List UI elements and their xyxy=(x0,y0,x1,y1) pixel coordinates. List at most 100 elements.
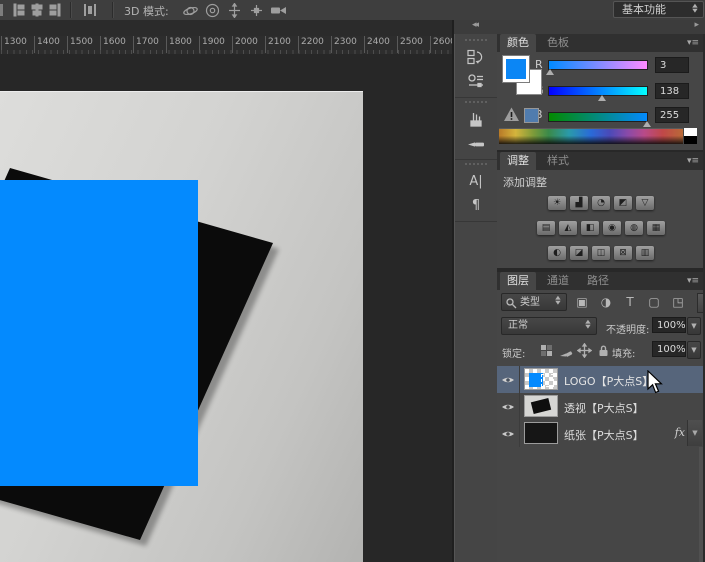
color-spectrum-ramp[interactable] xyxy=(499,128,683,144)
curves-icon[interactable]: ◔ xyxy=(592,196,610,210)
layer-thumbnail-perspective[interactable] xyxy=(524,395,558,417)
blue-slider-handle[interactable] xyxy=(643,121,651,127)
distribute-right-icon[interactable] xyxy=(48,3,62,17)
panel-menu-icon[interactable]: ▾≡ xyxy=(687,276,699,286)
panel-menu-icon[interactable]: ▾≡ xyxy=(687,38,699,48)
adjustments-row-2: ▤ ◭ ◧ ◉ ◍ ▦ xyxy=(497,221,705,237)
collapse-icon-strip-button[interactable]: ◂◂ xyxy=(472,20,477,30)
vibrance-icon[interactable]: ▽ xyxy=(636,196,654,210)
3d-camera-icon[interactable] xyxy=(270,3,288,18)
tab-layers[interactable]: 图层 xyxy=(500,272,536,290)
spectrum-white-swatch[interactable] xyxy=(684,128,697,136)
document-canvas[interactable] xyxy=(0,54,452,562)
panel-menu-icon[interactable]: ▾≡ xyxy=(687,156,699,166)
3d-slide-icon[interactable] xyxy=(248,3,265,18)
layer-filter-type-combo[interactable]: 类型 ▲▼ xyxy=(501,293,567,311)
spectrum-black-swatch[interactable] xyxy=(684,136,697,144)
tab-adjustments[interactable]: 调整 xyxy=(500,152,536,170)
opacity-label: 不透明度: xyxy=(606,321,649,336)
lock-image-pixels-icon[interactable] xyxy=(558,343,573,358)
layers-empty-area xyxy=(497,447,703,562)
exposure-icon[interactable]: ◩ xyxy=(614,196,632,210)
green-slider-handle[interactable] xyxy=(598,95,606,101)
blue-slider-track[interactable] xyxy=(548,112,648,122)
layer-name[interactable]: 透视【P大点S】 xyxy=(564,400,644,416)
photo-filter-icon[interactable]: ◉ xyxy=(603,221,621,235)
red-slider-handle[interactable] xyxy=(546,69,554,75)
color-lookup-icon[interactable]: ▦ xyxy=(647,221,665,235)
history-panel-icon[interactable] xyxy=(463,45,489,69)
mouse-cursor xyxy=(646,370,666,396)
workspace-switcher[interactable]: 基本功能 ▲▼ xyxy=(613,1,704,18)
distribute-center-icon[interactable] xyxy=(30,3,44,17)
collapse-dock-button[interactable]: ▸ xyxy=(694,20,699,30)
blend-mode-combo[interactable]: 正常 ▲▼ xyxy=(501,317,597,335)
filter-pixel-layers-icon[interactable]: ▣ xyxy=(574,294,590,310)
visibility-toggle[interactable] xyxy=(497,366,520,393)
properties-panel-icon[interactable] xyxy=(463,69,489,93)
visibility-toggle[interactable] xyxy=(497,393,520,420)
foreground-color-swatch[interactable] xyxy=(502,55,530,83)
options-bar: 3D 模式: 基本功能 ▲▼ xyxy=(0,0,705,21)
red-value-field[interactable]: 3 xyxy=(655,57,689,73)
threshold-icon[interactable]: ◫ xyxy=(592,246,610,260)
lock-transparent-pixels-icon[interactable] xyxy=(539,343,554,358)
posterize-icon[interactable]: ◪ xyxy=(570,246,588,260)
character-panel-icon[interactable]: A| xyxy=(463,169,489,193)
tab-styles[interactable]: 样式 xyxy=(540,152,576,170)
layer-thumbnail-logo[interactable] xyxy=(524,368,558,390)
layer-row-logo[interactable]: LOGO【P大点S】 xyxy=(497,366,703,394)
layer-name[interactable]: LOGO【P大点S】 xyxy=(564,373,653,389)
updown-arrows-icon: ▲▼ xyxy=(691,4,698,14)
selective-color-icon[interactable]: ▥ xyxy=(636,246,654,260)
gradient-map-icon[interactable]: ⊠ xyxy=(614,246,632,260)
levels-icon[interactable]: ▟ xyxy=(570,196,588,210)
layer-row-perspective[interactable]: 透视【P大点S】 xyxy=(497,393,703,421)
red-slider-track[interactable] xyxy=(548,60,648,70)
fill-dropdown-button[interactable]: ▼ xyxy=(687,341,701,359)
tab-color[interactable]: 颜色 xyxy=(500,34,536,52)
opacity-value-field[interactable]: 100% xyxy=(652,317,686,333)
filter-shape-layers-icon[interactable]: ▢ xyxy=(646,294,662,310)
brush-panel-icon[interactable] xyxy=(463,131,489,155)
brightness-contrast-icon[interactable]: ☀ xyxy=(548,196,566,210)
channel-mixer-icon[interactable]: ◍ xyxy=(625,221,643,235)
fill-value-field[interactable]: 100% xyxy=(652,341,686,357)
invert-icon[interactable]: ◐ xyxy=(548,246,566,260)
web-safe-color-swatch[interactable] xyxy=(524,108,539,123)
layer-effects-badge[interactable]: fx xyxy=(675,426,685,439)
layer-thumbnail-paper[interactable] xyxy=(524,422,558,444)
brush-presets-panel-icon[interactable] xyxy=(463,107,489,131)
opacity-dropdown-button[interactable]: ▼ xyxy=(687,317,701,335)
green-value-field[interactable]: 138 xyxy=(655,83,689,99)
filter-adjustment-layers-icon[interactable]: ◑ xyxy=(598,294,614,310)
lock-position-icon[interactable] xyxy=(577,343,592,358)
3d-roll-icon[interactable] xyxy=(204,3,221,18)
dock-grip[interactable] xyxy=(465,163,487,165)
tab-swatches[interactable]: 色板 xyxy=(540,34,576,52)
visibility-toggle[interactable] xyxy=(497,420,520,447)
blue-value-field[interactable]: 255 xyxy=(655,107,689,123)
tab-paths[interactable]: 路径 xyxy=(580,272,616,290)
filter-smart-objects-icon[interactable]: ◳ xyxy=(670,294,686,310)
add-adjustment-heading: 添加调整 xyxy=(503,174,547,190)
filter-type-layers-icon[interactable]: T xyxy=(622,294,638,310)
dock-grip[interactable] xyxy=(465,39,487,41)
layer-name[interactable]: 纸张【P大点S】 xyxy=(564,427,644,443)
layers-panel-tabbar: 图层 通道 路径 ▾≡ xyxy=(497,272,705,290)
distribute-vertical-space-icon[interactable] xyxy=(82,3,98,17)
hue-saturation-icon[interactable]: ▤ xyxy=(537,221,555,235)
tab-channels[interactable]: 通道 xyxy=(540,272,576,290)
3d-orbit-icon[interactable] xyxy=(182,3,199,18)
dock-grip[interactable] xyxy=(465,101,487,103)
lock-all-icon[interactable] xyxy=(596,343,611,358)
color-balance-icon[interactable]: ◭ xyxy=(559,221,577,235)
gamut-warning-icon[interactable] xyxy=(503,106,520,123)
distribute-left-icon[interactable] xyxy=(12,3,26,17)
green-slider-track[interactable] xyxy=(548,86,648,96)
layer-row-paper[interactable]: 纸张【P大点S】 fx ▼ xyxy=(497,420,703,448)
3d-pan-icon[interactable] xyxy=(226,3,243,18)
paragraph-panel-icon[interactable]: ¶ xyxy=(463,193,489,217)
collapse-effects-button[interactable]: ▼ xyxy=(687,420,702,446)
black-white-icon[interactable]: ◧ xyxy=(581,221,599,235)
